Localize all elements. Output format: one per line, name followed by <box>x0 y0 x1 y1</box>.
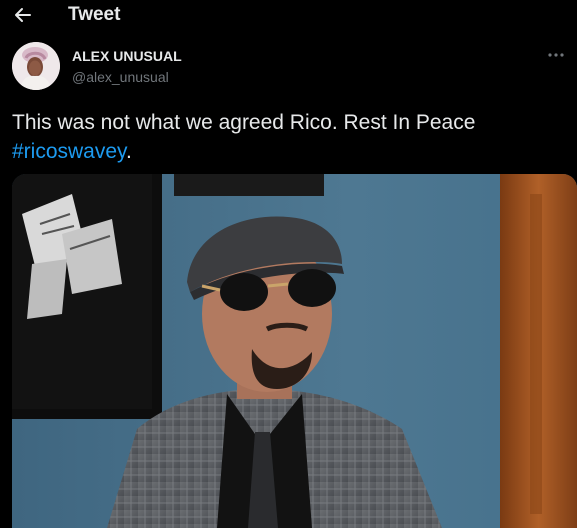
avatar[interactable] <box>12 42 60 90</box>
tweet-photo[interactable] <box>12 174 577 528</box>
tweet-trailing: . <box>125 140 132 163</box>
display-name[interactable]: ALEX UNUSUAL <box>72 48 182 64</box>
hashtag-link[interactable]: #ricoswavey <box>12 140 126 163</box>
tweet-text: This was not what we agreed Rico. Rest I… <box>12 108 562 166</box>
tweet-body: This was not what we agreed Rico. Rest I… <box>12 111 476 134</box>
page-title: Tweet <box>68 4 121 25</box>
avatar-image <box>12 42 60 90</box>
photo-image <box>12 174 577 528</box>
user-handle[interactable]: @alex_unusual <box>72 69 169 85</box>
back-button[interactable] <box>12 4 34 26</box>
more-dots-icon <box>548 53 564 57</box>
more-options-button[interactable] <box>545 48 567 62</box>
tweet-author: ALEX UNUSUAL @alex_unusual <box>12 42 567 94</box>
top-bar: Tweet <box>0 0 577 32</box>
arrow-left-icon <box>15 8 31 22</box>
